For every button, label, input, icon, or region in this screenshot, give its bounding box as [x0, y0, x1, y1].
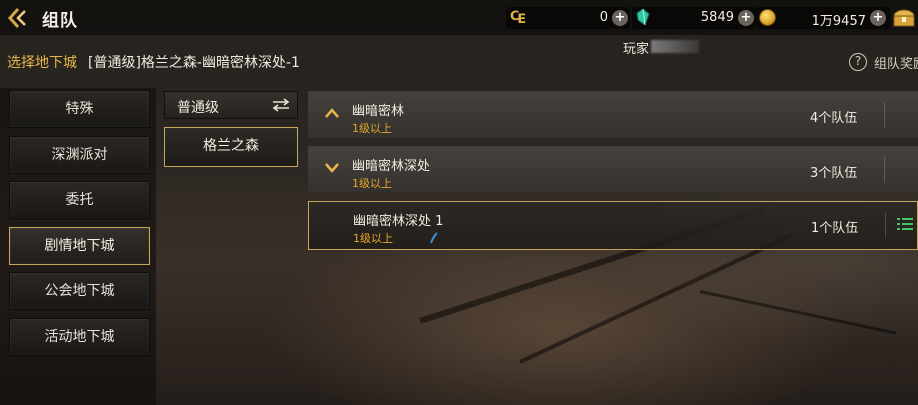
dungeon-name: 幽暗密林深处: [352, 159, 431, 174]
currency-gem-value: 5849: [700, 10, 734, 25]
team-count: 4个队伍: [810, 111, 858, 126]
team-reward-link[interactable]: 组队奖励: [874, 53, 918, 72]
difficulty-selector[interactable]: 普通级: [164, 91, 298, 119]
row-divider: [884, 102, 885, 128]
currency-c-coin-value: 0: [599, 10, 608, 25]
dungeon-row[interactable]: 幽暗密林深处 1级以上 3个队伍: [308, 146, 918, 193]
top-bar: 组队 ₠ 0 + 5849 + 1万9457 +: [0, 0, 918, 36]
help-icon[interactable]: ?: [849, 53, 867, 71]
swap-arrows-icon: [272, 98, 290, 112]
dungeon-level: 1级以上: [353, 232, 393, 245]
treasure-chest-icon[interactable]: [893, 8, 915, 28]
team-count: 1个队伍: [811, 221, 859, 236]
c-coin-icon: ₠: [510, 8, 526, 28]
add-gem-button[interactable]: +: [738, 10, 754, 26]
dungeon-level: 1级以上: [352, 177, 392, 190]
add-gold-button[interactable]: +: [870, 10, 886, 26]
down-chevron-icon[interactable]: [325, 163, 339, 173]
currency-gold-value: 1万9457: [811, 14, 866, 29]
add-c-coin-button[interactable]: +: [612, 10, 628, 26]
category-abyss-party[interactable]: 深渊派对: [9, 136, 150, 174]
category-commission[interactable]: 委托: [9, 181, 150, 219]
select-dungeon-label: 选择地下城: [7, 55, 77, 71]
gold-coin-icon: [759, 9, 776, 26]
dungeon-name: 幽暗密林深处 1: [353, 214, 444, 229]
feather-icon: [430, 232, 438, 244]
page-title: 组队: [42, 11, 78, 31]
back-arrow-icon[interactable]: [6, 4, 34, 32]
team-count: 3个队伍: [810, 166, 858, 181]
selected-dungeon-path: [普通级]格兰之森-幽暗密林深处-1: [88, 55, 300, 71]
dungeon-name: 幽暗密林: [352, 104, 405, 119]
dungeon-level: 1级以上: [352, 122, 392, 135]
category-special[interactable]: 特殊: [9, 90, 150, 128]
category-guild-dungeon[interactable]: 公会地下城: [9, 272, 150, 310]
player-name-redacted: [651, 40, 699, 53]
team-list-icon[interactable]: [897, 217, 913, 231]
map-grand-forest[interactable]: 格兰之森: [164, 127, 298, 167]
player-name: 玩家: [623, 42, 650, 57]
dungeon-row-selected[interactable]: 幽暗密林深处 1 1级以上 1个队伍: [308, 201, 918, 250]
category-event-dungeon[interactable]: 活动地下城: [9, 318, 150, 356]
green-gem-icon: [636, 9, 650, 25]
dungeon-row[interactable]: 幽暗密林 1级以上 4个队伍: [308, 91, 918, 138]
category-story-dungeon[interactable]: 剧情地下城: [9, 227, 150, 265]
up-chevron-icon[interactable]: [325, 108, 339, 118]
row-divider: [885, 212, 886, 238]
row-divider: [884, 157, 885, 183]
difficulty-label: 普通级: [177, 100, 219, 116]
